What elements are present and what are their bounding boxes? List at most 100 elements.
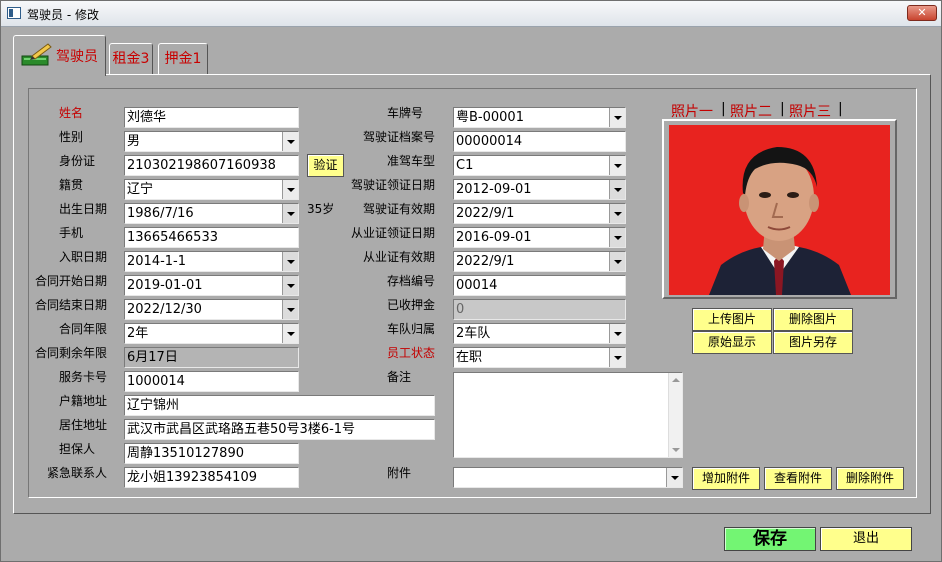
contract-start-label: 合同开始日期 xyxy=(35,274,108,288)
native-value: 辽宁 xyxy=(127,182,154,197)
team-select[interactable]: 2车队 xyxy=(453,323,626,344)
photo-tab-1[interactable]: 照片一 xyxy=(671,101,713,121)
photo-tab-2[interactable]: 照片二 xyxy=(730,101,772,121)
license-valid-label: 驾驶证有效期 xyxy=(363,202,436,216)
name-input[interactable]: 刘德华 xyxy=(124,107,299,128)
age-text: 35岁 xyxy=(307,202,335,216)
notes-label: 备注 xyxy=(387,370,412,384)
household-input[interactable]: 辽宁锦州 xyxy=(124,395,435,416)
edit-icon xyxy=(21,43,52,66)
id-card-input[interactable]: 210302198607160938 xyxy=(124,155,299,176)
window-title: 驾驶员 - 修改 xyxy=(27,8,99,22)
chevron-down-icon[interactable] xyxy=(609,156,625,175)
photo-tab-3[interactable]: 照片三 xyxy=(789,101,831,121)
attachment-select[interactable] xyxy=(453,467,683,488)
driver-photo[interactable] xyxy=(669,125,890,295)
plate-value: 粤B-00001 xyxy=(456,110,524,125)
qual-valid-label: 从业证有效期 xyxy=(363,250,436,264)
license-issue-label: 驾驶证领证日期 xyxy=(351,178,436,192)
birth-date-picker[interactable]: 1986/7/16 xyxy=(124,203,299,224)
close-button[interactable]: ✕ xyxy=(907,5,937,21)
portrait-image xyxy=(669,125,890,295)
view-attachment-button[interactable]: 查看附件 xyxy=(764,467,832,490)
chevron-down-icon[interactable] xyxy=(282,132,298,151)
team-label: 车队归属 xyxy=(387,322,436,336)
native-label: 籍贯 xyxy=(59,178,84,192)
chevron-down-icon[interactable] xyxy=(609,204,625,223)
status-select[interactable]: 在职 xyxy=(453,347,626,368)
address-input[interactable]: 武汉市武昌区武珞路五巷50号3楼6-1号 xyxy=(124,419,435,440)
notes-textarea[interactable] xyxy=(453,372,683,458)
attachment-label: 附件 xyxy=(387,466,412,480)
guarantor-label: 担保人 xyxy=(59,442,96,456)
gender-value: 男 xyxy=(127,134,141,149)
contract-end-picker[interactable]: 2022/12/30 xyxy=(124,299,299,320)
tab-rent-label: 租金3 xyxy=(112,51,150,67)
qual-issue-label: 从业证领证日期 xyxy=(351,226,436,240)
tab-deposit-label: 押金1 xyxy=(164,51,202,67)
delete-photo-button[interactable]: 删除图片 xyxy=(773,308,853,331)
license-archive-label: 驾驶证档案号 xyxy=(363,130,436,144)
license-archive-input[interactable]: 00000014 xyxy=(453,131,626,152)
gender-label: 性别 xyxy=(59,130,84,144)
chevron-down-icon[interactable] xyxy=(609,324,625,343)
exit-button[interactable]: 退出 xyxy=(820,527,912,551)
photo-tab-sep: | xyxy=(838,101,843,117)
save-photo-as-button[interactable]: 图片另存 xyxy=(773,331,853,354)
scroll-up-icon[interactable] xyxy=(672,378,680,382)
join-date-value: 2014-1-1 xyxy=(127,254,187,269)
notes-scrollbar[interactable] xyxy=(668,373,682,457)
join-date-picker[interactable]: 2014-1-1 xyxy=(124,251,299,272)
name-label: 姓名 xyxy=(59,106,84,120)
delete-attachment-button[interactable]: 删除附件 xyxy=(836,467,904,490)
service-card-input[interactable]: 1000014 xyxy=(124,371,299,392)
photo-tab-sep: | xyxy=(721,101,726,117)
contract-remaining-field: 6月17日 xyxy=(124,347,299,368)
verify-button[interactable]: 验证 xyxy=(307,154,344,177)
license-valid-picker[interactable]: 2022/9/1 xyxy=(453,203,626,224)
plate-select[interactable]: 粤B-00001 xyxy=(453,107,626,128)
contract-start-value: 2019-01-01 xyxy=(127,278,203,293)
license-issue-value: 2012-09-01 xyxy=(456,182,532,197)
join-date-label: 入职日期 xyxy=(59,250,108,264)
deposit-field: 0 xyxy=(453,299,626,320)
guarantor-input[interactable]: 周静13510127890 xyxy=(124,443,299,464)
chevron-down-icon[interactable] xyxy=(282,204,298,223)
chevron-down-icon[interactable] xyxy=(609,252,625,271)
phone-label: 手机 xyxy=(59,226,84,240)
upload-photo-button[interactable]: 上传图片 xyxy=(692,308,772,331)
chevron-down-icon[interactable] xyxy=(282,252,298,271)
emergency-input[interactable]: 龙小姐13923854109 xyxy=(124,467,299,488)
scroll-down-icon[interactable] xyxy=(672,448,680,452)
contract-years-select[interactable]: 2年 xyxy=(124,323,299,344)
archive-no-input[interactable]: 00014 xyxy=(453,275,626,296)
photo-tab-sep: | xyxy=(780,101,785,117)
tab-deposit[interactable]: 押金1 xyxy=(158,43,208,75)
contract-start-picker[interactable]: 2019-01-01 xyxy=(124,275,299,296)
license-issue-picker[interactable]: 2012-09-01 xyxy=(453,179,626,200)
plate-label: 车牌号 xyxy=(387,106,424,120)
chevron-down-icon[interactable] xyxy=(282,180,298,199)
chevron-down-icon[interactable] xyxy=(609,348,625,367)
qual-issue-picker[interactable]: 2016-09-01 xyxy=(453,227,626,248)
chevron-down-icon[interactable] xyxy=(282,276,298,295)
contract-end-label: 合同结束日期 xyxy=(35,298,108,312)
add-attachment-button[interactable]: 增加附件 xyxy=(692,467,760,490)
save-button[interactable]: 保存 xyxy=(724,527,816,551)
native-select[interactable]: 辽宁 xyxy=(124,179,299,200)
phone-input[interactable]: 13665466533 xyxy=(124,227,299,248)
tab-rent[interactable]: 租金3 xyxy=(109,43,153,75)
gender-select[interactable]: 男 xyxy=(124,131,299,152)
qual-valid-picker[interactable]: 2022/9/1 xyxy=(453,251,626,272)
chevron-down-icon[interactable] xyxy=(609,180,625,199)
chevron-down-icon[interactable] xyxy=(282,300,298,319)
original-view-button[interactable]: 原始显示 xyxy=(692,331,772,354)
chevron-down-icon[interactable] xyxy=(666,468,682,487)
tab-driver[interactable]: 驾驶员 xyxy=(13,35,106,76)
chevron-down-icon[interactable] xyxy=(609,228,625,247)
chevron-down-icon[interactable] xyxy=(609,108,625,127)
chevron-down-icon[interactable] xyxy=(282,324,298,343)
vehicle-class-select[interactable]: C1 xyxy=(453,155,626,176)
birth-value: 1986/7/16 xyxy=(127,206,194,221)
contract-years-label: 合同年限 xyxy=(59,322,108,336)
